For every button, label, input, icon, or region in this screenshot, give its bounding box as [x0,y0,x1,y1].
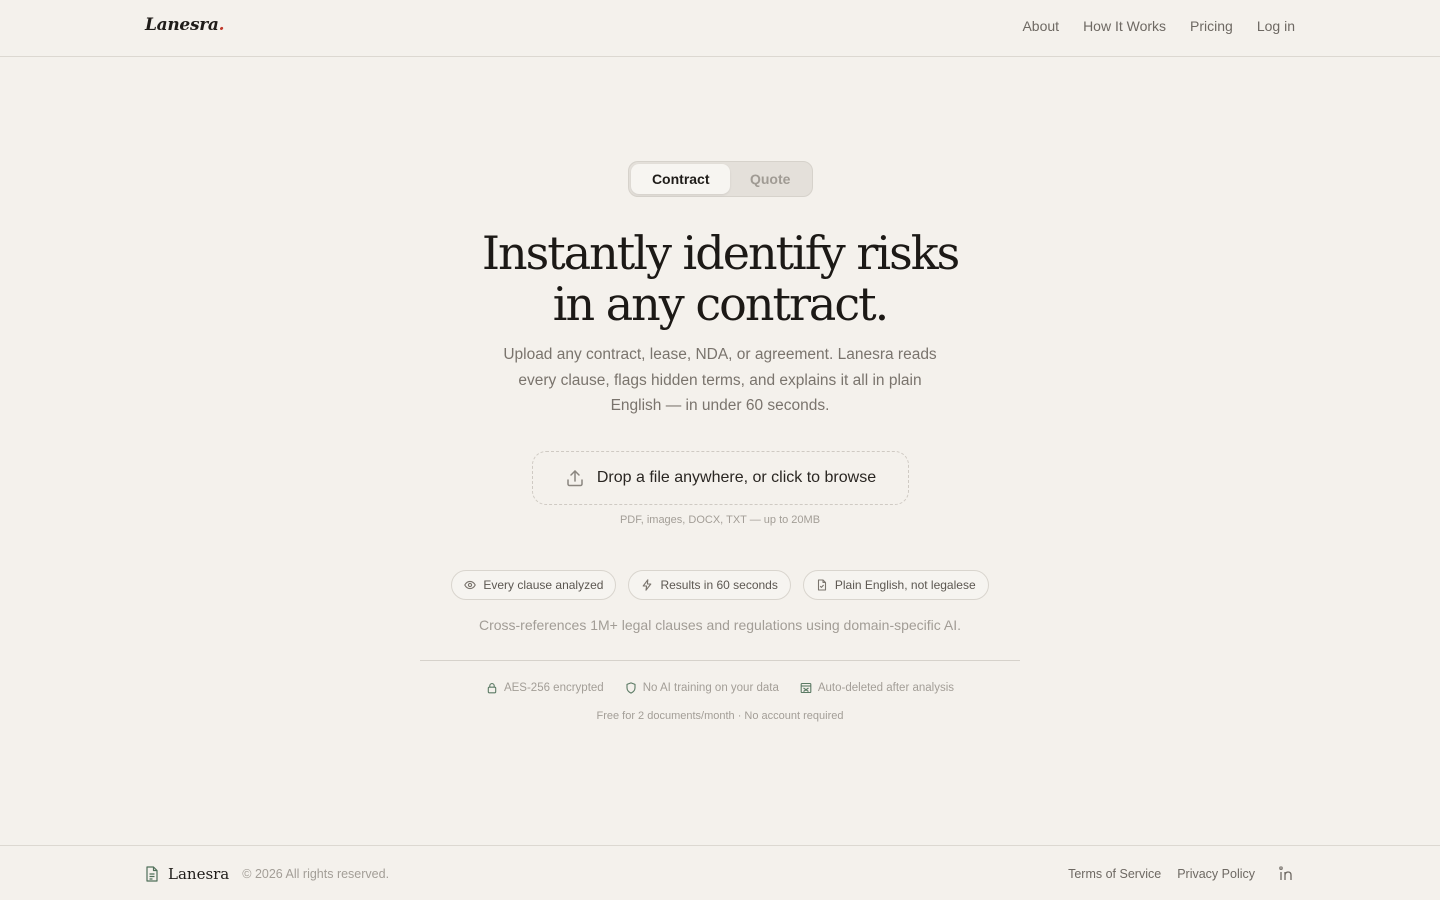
feature-pill: Plain English, not legalese [802,570,989,600]
mode-toggle: Contract Quote [628,161,813,197]
feature-pill-label: Every clause analyzed [483,578,604,592]
footer-links: Terms of Service Privacy Policy [1068,866,1295,882]
headline-line-2: in any contract. [552,277,889,331]
nav-link-log-in[interactable]: Log in [1257,18,1295,34]
upload-icon [565,468,585,488]
file-dropzone[interactable]: Drop a file anywhere, or click to browse [532,451,909,505]
brand-logo[interactable]: Lanesra. [145,15,225,35]
headline-line-1: Instantly identify risks [481,226,960,280]
trust-badges: AES-256 encrypted No AI training on your… [0,682,1440,694]
nav-link-about[interactable]: About [1022,18,1059,34]
trust-label: Auto-deleted after analysis [817,682,955,694]
toggle-quote[interactable]: Quote [730,164,810,194]
lightning-icon [641,579,653,591]
eye-icon [464,579,477,591]
footer-brand: Lanesra © 2026 All rights reserved. [145,865,389,883]
shield-icon [625,682,637,694]
nav-link-pricing[interactable]: Pricing [1190,18,1233,34]
trust-item: AES-256 encrypted [486,682,604,694]
feature-pill-label: Plain English, not legalese [834,578,976,592]
trust-label: No AI training on your data [642,682,779,694]
trust-item: No AI training on your data [625,682,779,694]
hero-subtext: Upload any contract, lease, NDA, or agre… [503,346,937,414]
trust-label: AES-256 encrypted [503,682,604,694]
linkedin-icon[interactable] [1279,866,1295,882]
footer-brand-name[interactable]: Lanesra [168,865,229,883]
toggle-contract[interactable]: Contract [631,164,731,194]
hero-headline: Instantly identify risks in any contract… [420,228,1020,330]
site-header: Lanesra. About How It Works Pricing Log … [0,0,1440,57]
brand-name: Lanesra [145,15,219,35]
footer-copyright: © 2026 All rights reserved. [242,867,390,881]
dropzone-label: Drop a file anywhere, or click to browse [596,469,877,486]
main-nav: About How It Works Pricing Log in [1022,18,1295,34]
auto-delete-icon [800,682,812,694]
document-check-icon [816,579,828,591]
feature-pill: Results in 60 seconds [628,570,791,600]
feature-pill-label: Results in 60 seconds [660,578,778,592]
lock-icon [486,682,498,694]
document-icon [145,866,159,882]
feature-pill: Every clause analyzed [451,570,617,600]
feature-pills: Every clause analyzed Results in 60 seco… [0,570,1440,600]
brand-logo-dot: . [218,15,225,35]
footer-link-privacy[interactable]: Privacy Policy [1177,867,1255,881]
section-divider [420,660,1020,661]
footer-link-terms[interactable]: Terms of Service [1068,867,1161,881]
trust-item: Auto-deleted after analysis [800,682,954,694]
file-type-hint: PDF, images, DOCX, TXT — up to 20MB [619,514,821,526]
site-footer: Lanesra © 2026 All rights reserved. Term… [0,845,1440,900]
crossref-note: Cross-references 1M+ legal clauses and r… [478,617,962,633]
nav-link-how-it-works[interactable]: How It Works [1083,18,1166,34]
free-tier-note: Free for 2 documents/month · No account … [596,710,844,722]
